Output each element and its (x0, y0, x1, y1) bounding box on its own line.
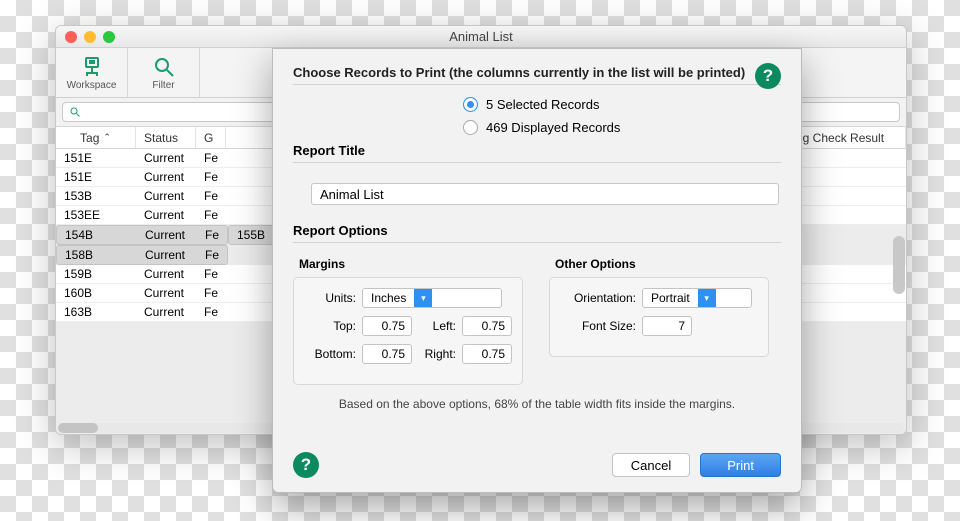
report-options-label: Report Options (293, 223, 781, 238)
other-options-group: Orientation: Portrait▾ Font Size: (549, 277, 769, 357)
right-label: Right: (422, 347, 456, 361)
radio-off-icon (463, 120, 478, 135)
margin-bottom-input[interactable] (362, 344, 412, 364)
workspace-label: Workspace (67, 80, 117, 91)
sheet-heading: Choose Records to Print (the columns cur… (293, 65, 781, 80)
radio-selected-records[interactable]: 5 Selected Records (463, 97, 781, 112)
chevron-updown-icon: ▾ (414, 289, 432, 307)
fit-hint: Based on the above options, 68% of the t… (293, 397, 781, 411)
search-icon (69, 106, 81, 118)
radio-selected-label: 5 Selected Records (486, 97, 599, 112)
cancel-button[interactable]: Cancel (612, 453, 690, 477)
magnifier-icon (152, 55, 176, 79)
sort-asc-icon: ⌃ (103, 132, 111, 143)
margin-right-input[interactable] (462, 344, 512, 364)
help-button-top[interactable]: ? (755, 63, 781, 89)
units-select[interactable]: Inches▾ (362, 288, 502, 308)
col-g[interactable]: G (196, 127, 226, 148)
print-button[interactable]: Print (700, 453, 781, 477)
margins-legend: Margins (295, 257, 349, 271)
col-status[interactable]: Status (136, 127, 196, 148)
other-legend: Other Options (551, 257, 640, 271)
filter-button[interactable]: Filter (128, 48, 200, 97)
table-row[interactable]: 154BCurrentFe (56, 225, 228, 245)
radio-displayed-label: 469 Displayed Records (486, 120, 620, 135)
units-label: Units: (308, 291, 356, 305)
chevron-updown-icon: ▾ (698, 289, 716, 307)
titlebar: Animal List (56, 26, 906, 48)
print-sheet: ? Choose Records to Print (the columns c… (272, 48, 802, 493)
margins-group: Units: Inches▾ Top: Left: Bottom: Right: (293, 277, 523, 385)
col-tag[interactable]: Tag⌃ (56, 127, 136, 148)
table-row[interactable]: 158BCurrentFe (56, 245, 228, 265)
help-button-bottom[interactable]: ? (293, 452, 319, 478)
workspace-button[interactable]: Workspace (56, 48, 128, 97)
margin-top-input[interactable] (362, 316, 412, 336)
report-title-label: Report Title (293, 143, 781, 158)
window-title: Animal List (56, 29, 906, 44)
top-label: Top: (308, 319, 356, 333)
bottom-label: Bottom: (308, 347, 356, 361)
orientation-label: Orientation: (564, 291, 636, 305)
radio-on-icon (463, 97, 478, 112)
workspace-icon (80, 55, 104, 79)
fontsize-input[interactable] (642, 316, 692, 336)
vertical-scrollbar[interactable] (893, 236, 905, 294)
report-title-input[interactable] (311, 183, 779, 205)
fontsize-label: Font Size: (564, 319, 636, 333)
filter-label: Filter (152, 80, 174, 91)
left-label: Left: (422, 319, 456, 333)
orientation-select[interactable]: Portrait▾ (642, 288, 752, 308)
margin-left-input[interactable] (462, 316, 512, 336)
radio-displayed-records[interactable]: 469 Displayed Records (463, 120, 781, 135)
